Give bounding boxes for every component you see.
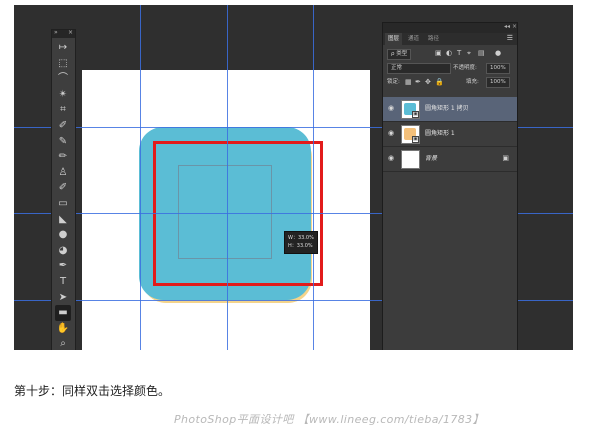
close-icon[interactable]: × [68, 29, 73, 36]
collapse-icon[interactable]: » [54, 29, 58, 36]
paint-bucket-tool-icon[interactable]: ◣ [55, 212, 71, 228]
layer-row[interactable]: ◉ ▣ 圆角矩形 1 [383, 122, 517, 147]
height-readout: H：33.0% [288, 243, 313, 249]
layer-lock-icon: ▣ [502, 154, 509, 162]
hand-tool-icon[interactable]: ✋ [55, 321, 71, 337]
healing-brush-tool-icon[interactable]: ✎ [55, 134, 71, 150]
type-filter-icon[interactable]: T [457, 49, 461, 58]
adjustment-filter-icon[interactable]: ◐ [446, 49, 452, 58]
visibility-eye-icon[interactable]: ◉ [388, 104, 394, 113]
guide-vertical[interactable] [140, 5, 141, 350]
lock-position-icon[interactable]: ✥ [425, 78, 431, 87]
pen-tool-icon[interactable]: ✒ [55, 258, 71, 274]
layer-thumbnail: ▣ [401, 100, 420, 119]
panel-menu-icon[interactable]: ☰ [507, 34, 513, 43]
lock-all-icon[interactable]: 🔒 [435, 78, 444, 87]
watermark: PhotoShop平面设计吧 【www.lineeg.com/tieba/178… [174, 413, 484, 426]
clone-stamp-tool-icon[interactable]: ♙ [55, 165, 71, 181]
rectangle-tool-icon[interactable]: ▬ [55, 305, 71, 322]
tools-panel-grip[interactable]: » × [52, 29, 75, 38]
zoom-tool-icon[interactable]: ⌕ [55, 336, 71, 350]
shape-filter-icon[interactable]: ⌖ [467, 49, 471, 58]
transform-size-tooltip: W：33.0% H：33.0% [284, 231, 318, 254]
layer-name[interactable]: 圆角矩形 1 [425, 129, 455, 138]
magic-wand-tool-icon[interactable]: ✴ [55, 87, 71, 103]
width-readout: W：33.0% [288, 235, 314, 241]
layer-thumbnail [401, 150, 420, 169]
tools-panel: » × ↦ ⬚ ⌒ ✴ ⌗ ✐ ✎ ✏ ♙ ✐ ▭ ◣ ● ◕ ✒ T ➤ ▬ ✋ ⌕ [51, 29, 76, 350]
layers-panel-grip[interactable]: ◂◂ × [383, 23, 517, 33]
fill-field[interactable]: 100% [486, 77, 510, 88]
path-selection-tool-icon[interactable]: ➤ [55, 290, 71, 306]
tab-channels[interactable]: 通道 [405, 33, 422, 45]
layer-filter-kind-dropdown[interactable]: ρ 类型 [387, 49, 412, 60]
fill-label: 填充: [466, 79, 479, 85]
layer-name[interactable]: 圆角矩形 1 拷贝 [425, 104, 469, 113]
guide-vertical[interactable] [313, 5, 314, 350]
layers-panel: ◂◂ × 图层 通道 路径 ☰ ρ 类型 ▣ ◐ T ⌖ ▤ ● 正常 不透明度… [382, 22, 518, 350]
layer-name[interactable]: 背景 [425, 154, 437, 163]
visibility-eye-icon[interactable]: ◉ [388, 129, 394, 138]
smart-object-filter-icon[interactable]: ▤ [478, 49, 485, 58]
opacity-field[interactable]: 100% [486, 63, 510, 74]
eraser-tool-icon[interactable]: ▭ [55, 196, 71, 212]
lock-transparent-icon[interactable]: ▦ [405, 78, 412, 87]
marquee-tool-icon[interactable]: ⬚ [55, 56, 71, 72]
shape-layer-badge-icon: ▣ [412, 111, 419, 118]
visibility-eye-icon[interactable]: ◉ [388, 154, 394, 163]
photoshop-screenshot: W：33.0% H：33.0% » × ↦ ⬚ ⌒ ✴ ⌗ ✐ ✎ ✏ ♙ ✐ ▭ ◣ ● ◕ ✒ T ➤ ▬ ✋ ⌕… [14, 5, 573, 350]
blend-mode-dropdown[interactable]: 正常 [387, 63, 451, 74]
image-filter-icon[interactable]: ▣ [435, 49, 442, 58]
tab-layers[interactable]: 图层 [385, 33, 403, 45]
brush-tool-icon[interactable]: ✏ [55, 149, 71, 165]
crop-tool-icon[interactable]: ⌗ [55, 102, 71, 118]
dodge-tool-icon[interactable]: ◕ [55, 243, 71, 259]
eyedropper-tool-icon[interactable]: ✐ [55, 118, 71, 134]
lasso-tool-icon[interactable]: ⌒ [55, 71, 71, 87]
filter-toggle-icon[interactable]: ● [495, 49, 501, 58]
layer-row[interactable]: ◉ 背景 ▣ [383, 147, 517, 172]
panel-tabs: 图层 通道 路径 ☰ [383, 33, 517, 45]
opacity-label: 不透明度: [453, 65, 477, 71]
layer-row[interactable]: ◉ ▣ 圆角矩形 1 拷贝 [383, 97, 517, 122]
tab-paths[interactable]: 路径 [425, 33, 442, 45]
shape-layer-badge-icon: ▣ [412, 136, 419, 143]
lock-label: 锁定: [387, 79, 400, 85]
lock-image-icon[interactable]: ✒ [415, 78, 421, 87]
blur-tool-icon[interactable]: ● [55, 227, 71, 243]
layer-thumbnail: ▣ [401, 125, 420, 144]
history-brush-tool-icon[interactable]: ✐ [55, 180, 71, 196]
guide-vertical[interactable] [227, 5, 228, 350]
type-tool-icon[interactable]: T [55, 274, 71, 290]
move-tool-icon[interactable]: ↦ [55, 40, 71, 56]
step-caption: 第十步：同样双击选择颜色。 [14, 384, 171, 398]
